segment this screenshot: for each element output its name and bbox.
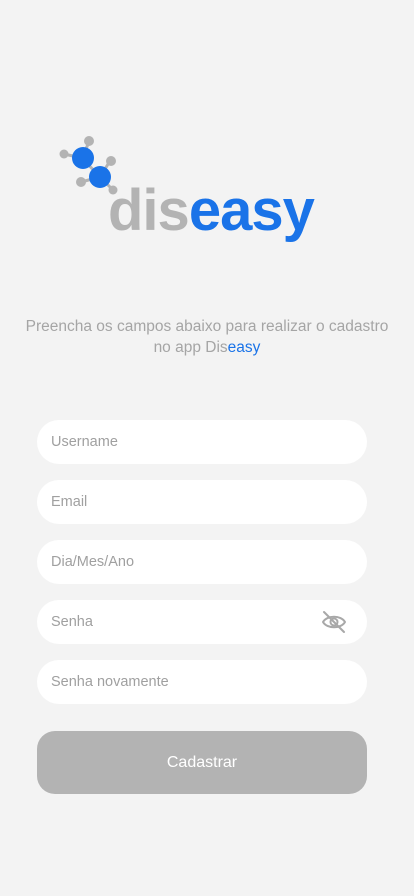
email-field-container: [37, 480, 367, 524]
app-logo: diseasy: [58, 134, 358, 268]
eye-off-icon[interactable]: [321, 610, 347, 634]
password-confirm-field-container: [37, 660, 367, 704]
signup-instructions-brand-easy: easy: [227, 339, 261, 356]
email-field[interactable]: [37, 480, 367, 524]
logo-wordmark-dis: dis: [108, 178, 190, 243]
birthdate-field-container: [37, 540, 367, 584]
signup-instructions-brand-dis: Dis: [205, 339, 228, 356]
birthdate-field[interactable]: [37, 540, 367, 584]
password-field[interactable]: [37, 600, 367, 644]
logo-wordmark: diseasy: [108, 182, 315, 240]
signup-button[interactable]: Cadastrar: [37, 731, 367, 794]
username-field[interactable]: [37, 420, 367, 464]
password-confirm-field[interactable]: [37, 660, 367, 704]
signup-instructions: Preencha os campos abaixo para realizar …: [20, 316, 394, 358]
username-field-container: [37, 420, 367, 464]
password-field-container: [37, 600, 367, 644]
logo-wordmark-easy: easy: [188, 178, 315, 243]
